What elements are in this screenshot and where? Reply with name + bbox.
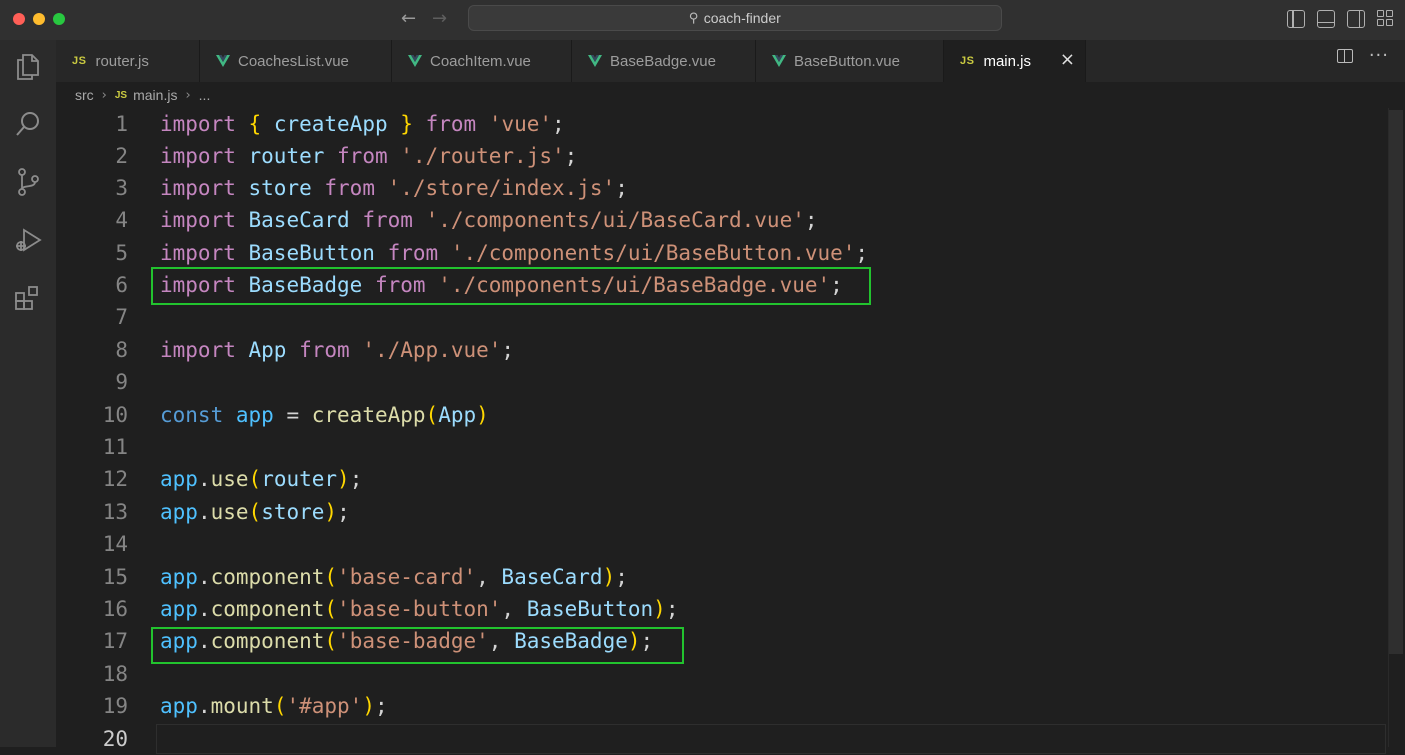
extensions-icon[interactable] bbox=[0, 278, 56, 318]
chevron-right-icon: › bbox=[101, 87, 107, 103]
line-number: 18 bbox=[102, 662, 128, 686]
breadcrumb: src › JS main.js › ... bbox=[56, 82, 1405, 108]
close-tab-icon[interactable]: × bbox=[1060, 50, 1075, 70]
minimize-window-button[interactable] bbox=[33, 13, 45, 25]
code-line: 12 app.use(router); bbox=[56, 463, 1405, 495]
line-number: 12 bbox=[102, 467, 128, 491]
split-editor-icon[interactable] bbox=[1336, 49, 1353, 63]
line-number: 19 bbox=[102, 694, 128, 718]
code-line: 20 bbox=[56, 723, 1405, 755]
js-file-icon: JS bbox=[114, 89, 128, 101]
code-line: 3 import store from './store/index.js'; bbox=[56, 172, 1405, 204]
tab-coachitem-vue[interactable]: CoachItem.vue bbox=[392, 40, 572, 82]
vue-file-icon bbox=[772, 55, 786, 67]
customize-layout-icon[interactable] bbox=[1377, 10, 1395, 28]
line-number: 2 bbox=[115, 144, 128, 168]
toggle-primary-sidebar-icon[interactable] bbox=[1287, 10, 1305, 28]
line-number: 16 bbox=[102, 597, 128, 621]
code-line: 14 bbox=[56, 528, 1405, 560]
close-window-button[interactable] bbox=[13, 13, 25, 25]
line-number: 11 bbox=[102, 435, 128, 459]
arrow-right-icon[interactable]: → bbox=[432, 7, 447, 31]
code-line: 2 import router from './router.js'; bbox=[56, 140, 1405, 172]
maximize-window-button[interactable] bbox=[53, 13, 65, 25]
more-actions-icon[interactable]: ··· bbox=[1369, 47, 1389, 65]
scrollbar-thumb[interactable] bbox=[1389, 110, 1403, 654]
line-number: 17 bbox=[102, 629, 128, 653]
line-number: 13 bbox=[102, 500, 128, 524]
layout-controls bbox=[1287, 10, 1395, 28]
line-number: 8 bbox=[115, 338, 128, 362]
line-number: 9 bbox=[115, 370, 128, 394]
line-number: 6 bbox=[115, 273, 128, 297]
tab-label: BaseButton.vue bbox=[794, 52, 900, 70]
tab-label: CoachItem.vue bbox=[430, 52, 531, 70]
line-number: 4 bbox=[115, 208, 128, 232]
tab-router-js[interactable]: JS router.js bbox=[56, 40, 200, 82]
vue-file-icon bbox=[408, 55, 422, 67]
code-line: 1 import { createApp } from 'vue'; bbox=[56, 108, 1405, 140]
vue-file-icon bbox=[216, 55, 230, 67]
source-control-icon[interactable] bbox=[0, 162, 56, 202]
line-number: 5 bbox=[115, 241, 128, 265]
editor-actions: ··· bbox=[1336, 47, 1389, 65]
line-number: 14 bbox=[102, 532, 128, 556]
code-line: 9 bbox=[56, 366, 1405, 398]
code-editor[interactable]: 1 import { createApp } from 'vue'; 2 imp… bbox=[56, 108, 1405, 754]
js-file-icon: JS bbox=[72, 55, 87, 67]
code-line: 15 app.component('base-card', BaseCard); bbox=[56, 561, 1405, 593]
line-number: 7 bbox=[115, 305, 128, 329]
line-number-current: 20 bbox=[102, 727, 128, 751]
code-line: 16 app.component('base-button', BaseButt… bbox=[56, 593, 1405, 625]
code-line: 7 bbox=[56, 301, 1405, 333]
line-number: 15 bbox=[102, 565, 128, 589]
toggle-panel-icon[interactable] bbox=[1317, 10, 1335, 28]
highlight-box-line-6 bbox=[151, 267, 871, 305]
tab-label: router.js bbox=[95, 52, 149, 70]
breadcrumb-folder[interactable]: src bbox=[75, 87, 94, 103]
tab-basebutton-vue[interactable]: BaseButton.vue bbox=[756, 40, 944, 82]
tab-basebadge-vue[interactable]: BaseBadge.vue bbox=[572, 40, 756, 82]
code-line: 8 import App from './App.vue'; bbox=[56, 334, 1405, 366]
tab-label: main.js bbox=[983, 52, 1031, 70]
tab-main-js[interactable]: JS main.js × bbox=[944, 40, 1086, 82]
breadcrumb-file[interactable]: main.js bbox=[133, 87, 177, 103]
code-line: 11 bbox=[56, 431, 1405, 463]
code-line: 4 import BaseCard from './components/ui/… bbox=[56, 204, 1405, 236]
workspace-name: coach-finder bbox=[703, 10, 781, 26]
chevron-right-icon: › bbox=[185, 87, 191, 103]
breadcrumb-symbols[interactable]: ... bbox=[199, 87, 211, 103]
editor-tab-bar: JS router.js CoachesList.vue CoachItem.v… bbox=[56, 40, 1405, 82]
code-line: 19 app.mount('#app'); bbox=[56, 690, 1405, 722]
run-debug-icon[interactable] bbox=[0, 220, 56, 260]
highlight-box-line-17 bbox=[151, 627, 684, 664]
arrow-left-icon[interactable]: ← bbox=[401, 7, 416, 31]
explorer-icon[interactable] bbox=[0, 46, 56, 86]
title-bar: ← → ⚲ coach-finder bbox=[0, 0, 1405, 40]
line-number: 10 bbox=[102, 403, 128, 427]
js-file-icon: JS bbox=[960, 55, 975, 67]
tab-label: BaseBadge.vue bbox=[610, 52, 716, 70]
code-line: 10 const app = createApp(App) bbox=[56, 399, 1405, 431]
tab-label: CoachesList.vue bbox=[238, 52, 349, 70]
vue-file-icon bbox=[588, 55, 602, 67]
activity-bar bbox=[0, 40, 56, 747]
toggle-secondary-sidebar-icon[interactable] bbox=[1347, 10, 1365, 28]
search-icon[interactable] bbox=[0, 104, 56, 144]
search-small-icon: ⚲ bbox=[689, 10, 699, 26]
command-center-search[interactable]: ⚲ coach-finder bbox=[468, 5, 1002, 31]
line-number: 1 bbox=[115, 112, 128, 136]
code-line: 5 import BaseButton from './components/u… bbox=[56, 237, 1405, 269]
code-line: 13 app.use(store); bbox=[56, 496, 1405, 528]
tab-coacheslist-vue[interactable]: CoachesList.vue bbox=[200, 40, 392, 82]
line-number: 3 bbox=[115, 176, 128, 200]
